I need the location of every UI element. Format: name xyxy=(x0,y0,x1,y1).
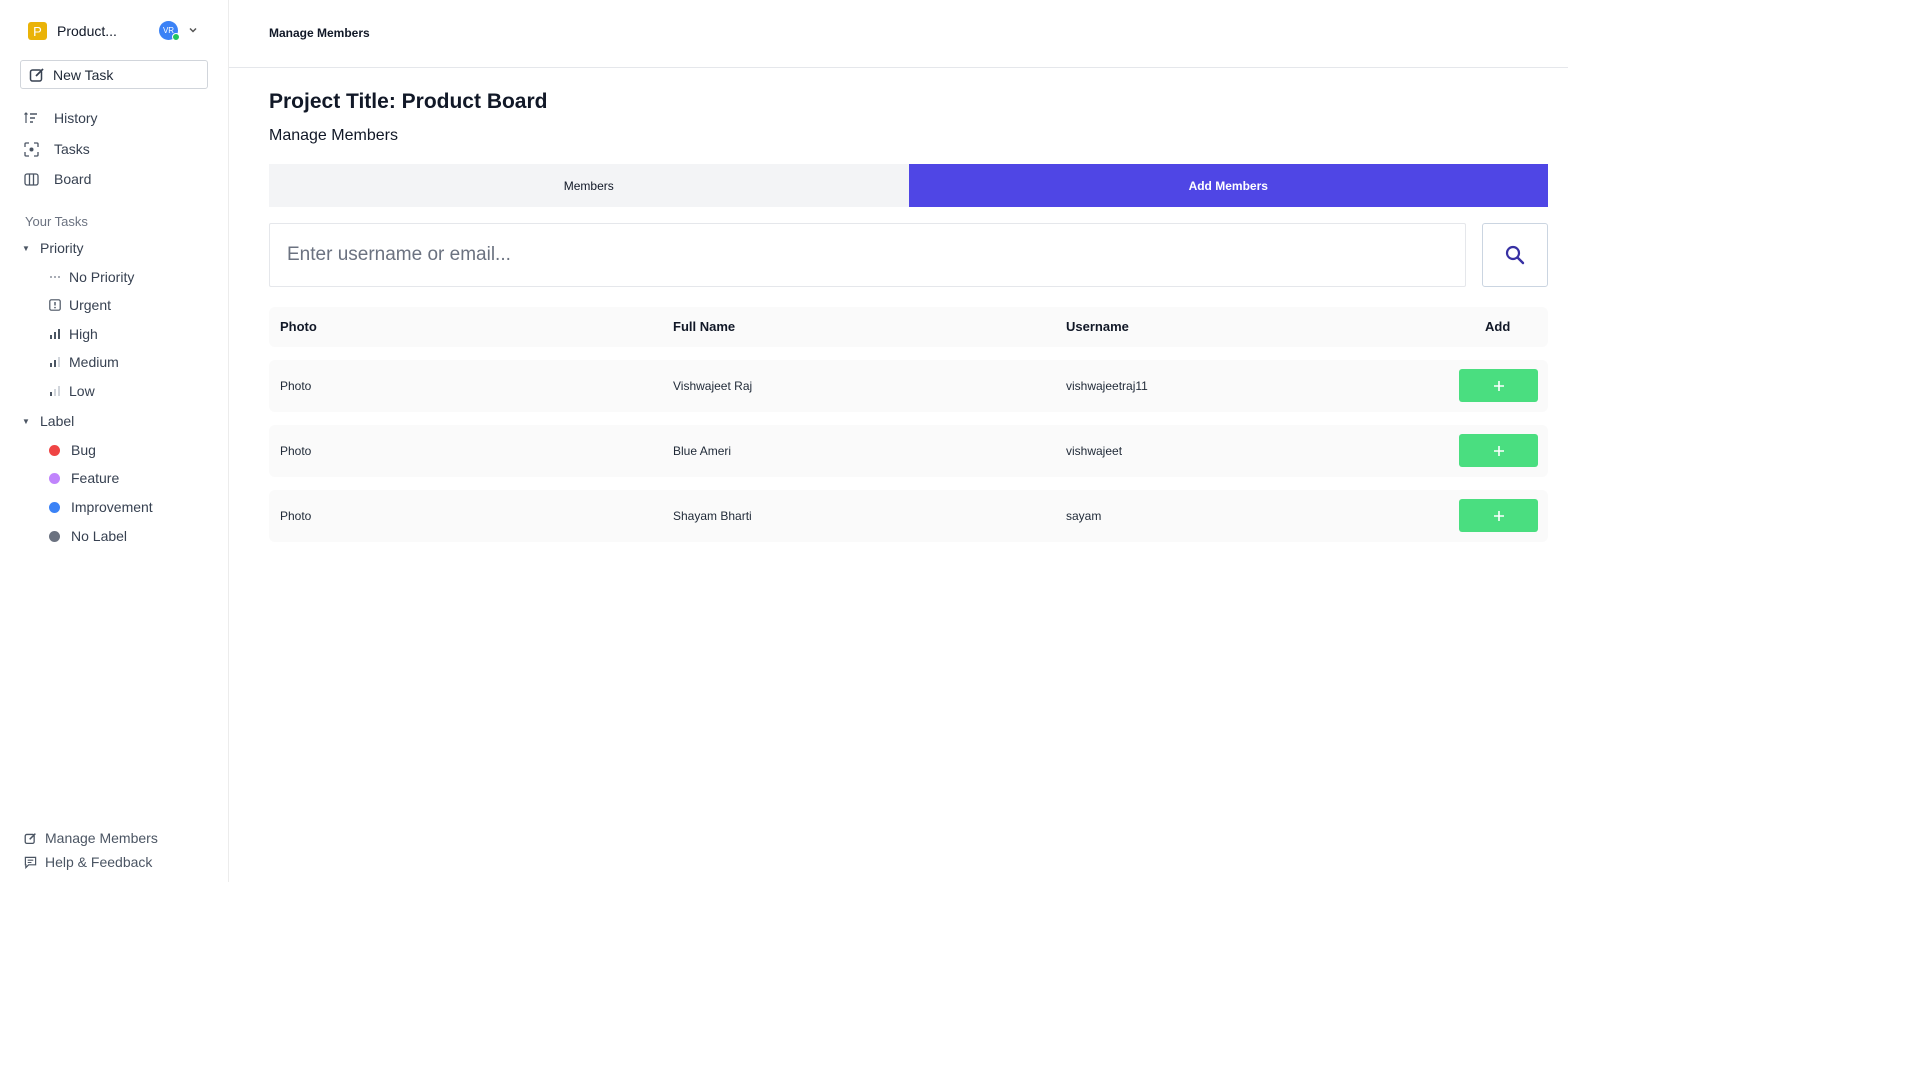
photo-cell: Photo xyxy=(280,509,312,523)
label-item-label: No Label xyxy=(71,528,128,544)
plus-icon xyxy=(1493,445,1504,456)
priority-group-toggle[interactable]: ▼ Priority xyxy=(22,238,84,258)
table-row: Photo Vishwajeet Raj vishwajeetraj11 xyxy=(269,360,1548,412)
tab-members[interactable]: Members xyxy=(269,164,909,207)
new-task-button[interactable]: New Task xyxy=(20,60,208,89)
label-group-toggle[interactable]: ▼ Label xyxy=(22,411,74,431)
no-label-color-dot xyxy=(49,530,60,542)
nav-item-label: History xyxy=(54,110,98,126)
workspace-name: Product... xyxy=(57,23,117,39)
edit-icon xyxy=(29,67,45,83)
help-feedback-label: Help & Feedback xyxy=(45,854,153,870)
label-item-feature[interactable]: Feature xyxy=(49,468,119,488)
nav-item-tasks[interactable]: Tasks xyxy=(24,138,90,160)
label-item-label: Improvement xyxy=(71,499,153,515)
chat-icon xyxy=(24,856,37,869)
full-name-cell: Blue Ameri xyxy=(673,444,732,458)
priority-item-label: Low xyxy=(69,383,95,399)
full-name-cell: Shayam Bharti xyxy=(673,509,752,523)
page-subtitle: Manage Members xyxy=(269,127,398,144)
manage-members-label: Manage Members xyxy=(45,830,158,846)
priority-item-high[interactable]: High xyxy=(49,324,98,344)
column-header-photo: Photo xyxy=(280,319,317,334)
table-row: Photo Shayam Bharti sayam xyxy=(269,490,1548,542)
plus-icon xyxy=(1493,510,1504,521)
priority-item-label: High xyxy=(69,326,98,342)
column-header-full-name: Full Name xyxy=(673,319,736,334)
priority-item-no-priority[interactable]: No Priority xyxy=(49,267,134,287)
priority-item-label: Medium xyxy=(69,354,119,370)
add-member-button[interactable] xyxy=(1459,369,1538,402)
your-tasks-heading: Your Tasks xyxy=(25,214,88,229)
nav-item-board[interactable]: Board xyxy=(24,168,91,190)
username-cell: vishwajeet xyxy=(1066,444,1123,458)
caret-down-icon: ▼ xyxy=(22,416,30,426)
edit-icon xyxy=(24,832,37,845)
priority-item-urgent[interactable]: Urgent xyxy=(49,295,111,315)
add-member-button[interactable] xyxy=(1459,499,1538,532)
low-priority-icon xyxy=(49,385,61,397)
medium-priority-icon xyxy=(49,356,61,368)
no-priority-icon xyxy=(49,271,61,283)
urgent-icon xyxy=(49,299,61,311)
photo-cell: Photo xyxy=(280,444,312,458)
priority-group-label: Priority xyxy=(40,240,84,256)
table-row: Photo Blue Ameri vishwajeet xyxy=(269,425,1548,477)
tab-add-members[interactable]: Add Members xyxy=(908,164,1548,207)
add-member-button[interactable] xyxy=(1459,434,1538,467)
label-item-no-label[interactable]: No Label xyxy=(49,526,127,546)
board-icon xyxy=(24,172,39,186)
priority-item-label: Urgent xyxy=(69,297,112,313)
page-title: Project Title: Product Board xyxy=(269,90,548,113)
nav-item-label: Board xyxy=(54,171,92,187)
workspace-switcher[interactable]: P Product... VR xyxy=(28,21,203,41)
new-task-label: New Task xyxy=(53,66,114,83)
photo-cell: Photo xyxy=(280,379,312,393)
online-status-indicator xyxy=(172,33,180,41)
sidebar: P Product... VR New Task History Tasks B… xyxy=(0,0,229,882)
label-item-bug[interactable]: Bug xyxy=(49,440,96,460)
tasks-icon xyxy=(24,141,39,157)
label-item-label: Bug xyxy=(71,442,96,458)
plus-icon xyxy=(1493,380,1504,391)
caret-down-icon: ▼ xyxy=(22,243,30,253)
top-bar: Manage Members xyxy=(229,0,1568,68)
priority-item-medium[interactable]: Medium xyxy=(49,352,119,372)
member-tabs: Members Add Members xyxy=(269,164,1548,207)
nav-item-label: Tasks xyxy=(54,141,90,157)
history-icon xyxy=(24,111,39,125)
bug-color-dot xyxy=(49,444,60,456)
search-icon xyxy=(1505,245,1525,265)
nav-item-history[interactable]: History xyxy=(24,107,98,129)
breadcrumb: Manage Members xyxy=(269,26,370,40)
column-header-add: Add xyxy=(1485,319,1511,334)
user-avatar[interactable]: VR xyxy=(159,21,180,41)
username-cell: sayam xyxy=(1066,509,1102,523)
search-input[interactable] xyxy=(269,223,1466,287)
feature-color-dot xyxy=(49,472,60,484)
label-item-improvement[interactable]: Improvement xyxy=(49,497,153,517)
chevron-down-icon[interactable] xyxy=(186,22,200,38)
username-cell: vishwajeetraj11 xyxy=(1066,379,1148,393)
column-header-username: Username xyxy=(1066,319,1129,334)
label-group-label: Label xyxy=(40,413,75,429)
label-item-label: Feature xyxy=(71,470,120,486)
help-feedback-link[interactable]: Help & Feedback xyxy=(24,853,152,871)
search-button[interactable] xyxy=(1482,223,1548,287)
full-name-cell: Vishwajeet Raj xyxy=(673,379,753,393)
improvement-color-dot xyxy=(49,501,60,513)
workspace-logo: P xyxy=(28,22,47,40)
priority-item-low[interactable]: Low xyxy=(49,381,95,401)
table-header: Photo Full Name Username Add xyxy=(269,307,1548,347)
manage-members-link[interactable]: Manage Members xyxy=(24,829,158,847)
high-priority-icon xyxy=(49,328,61,340)
priority-item-label: No Priority xyxy=(69,269,135,285)
